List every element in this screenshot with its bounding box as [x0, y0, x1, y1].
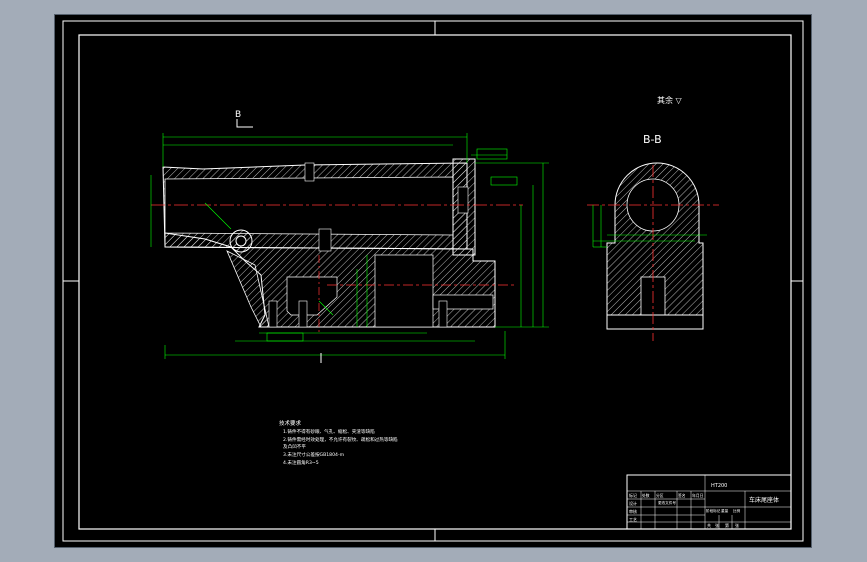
tech-line: 4.未注圆角R3~5 — [283, 459, 319, 466]
tech-line: 2.铸件需经时效处理，不允许有裂纹、疏松和过热等缺陷 — [283, 436, 398, 443]
section-title: B-B — [643, 133, 662, 146]
section-cut-letter: B — [235, 110, 241, 120]
section-cut-marker — [236, 119, 253, 128]
tech-title: 技术要求 — [279, 419, 302, 427]
side-view: B-B — [587, 133, 719, 341]
tech-requirements: 技术要求 1.铸件不得有砂眼、气孔、缩松、夹渣等缺陷 2.铸件需经时效处理，不允… — [279, 419, 398, 466]
material-text: HT200 — [711, 483, 727, 489]
row-label: 工艺 — [629, 517, 637, 522]
header-cell: 年月日 — [692, 493, 704, 498]
drawing-viewport[interactable]: B B-B 其余 ▽ 技术要求 1.铸件不得有砂眼、气孔、缩松、夹渣等缺陷 2.… — [54, 14, 812, 548]
bolt-hole-b — [298, 300, 308, 328]
bolt-hole-c — [438, 300, 448, 328]
cad-drawing: B B-B 其余 ▽ 技术要求 1.铸件不得有砂眼、气孔、缩松、夹渣等缺陷 2.… — [62, 20, 804, 542]
side-base-plate — [606, 314, 704, 330]
title-block: HT200 车床尾座体 处数 分区 更改文件号 签名 年月日 标记 设计 审核 … — [626, 474, 792, 530]
header-cell: 处数 — [642, 493, 650, 498]
bolt-hole-a — [268, 300, 278, 328]
scale-cell: 比例 — [733, 508, 741, 513]
sheet-cell: 张 — [715, 522, 719, 528]
part-name-text: 车床尾座体 — [749, 496, 779, 504]
row-label: 设计 — [629, 500, 637, 506]
surface-note: 其余 ▽ — [657, 95, 683, 105]
base-cavity-center — [374, 254, 434, 328]
tech-line: 3.未注尺寸公差按GB1804-m — [283, 451, 345, 458]
sheet-cell: 张 — [735, 522, 739, 528]
bolt-hole-d — [318, 228, 332, 252]
sheet-cell: 共 — [707, 522, 711, 528]
header-cell: 分区 — [656, 493, 664, 498]
pivot-hole — [235, 235, 247, 247]
header-cell: 更改文件号 — [658, 500, 676, 505]
header-cell: 签名 — [678, 493, 686, 498]
tech-line: 及凸凹不平 — [283, 444, 306, 450]
sheet-cell: 第 — [725, 522, 729, 528]
top-slot — [304, 162, 315, 182]
flange-hole — [457, 186, 469, 214]
front-view: B — [150, 110, 549, 363]
scale-cell: 重量 — [721, 508, 729, 513]
row-label: 审核 — [629, 508, 637, 514]
row-label: 标记 — [629, 492, 637, 498]
scale-cell: 阶段标记 — [706, 508, 721, 513]
tech-line: 1.铸件不得有砂眼、气孔、缩松、夹渣等缺陷 — [283, 428, 375, 435]
